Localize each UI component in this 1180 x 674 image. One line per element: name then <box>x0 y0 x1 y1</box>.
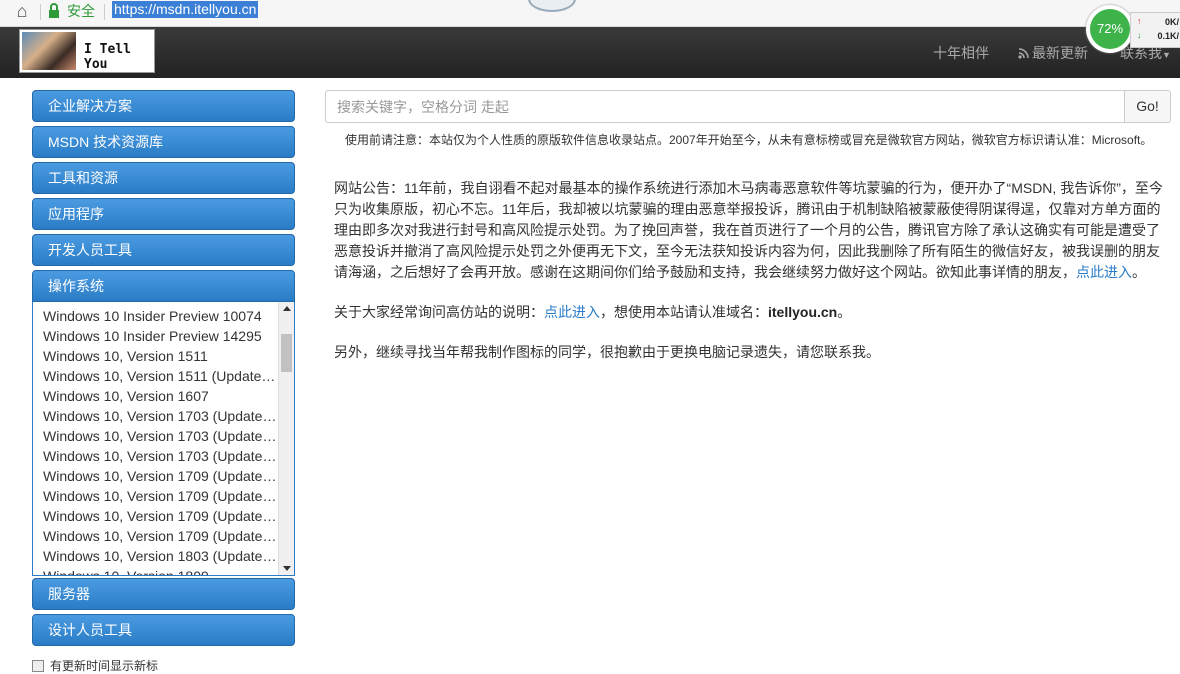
show-new-badge-option[interactable]: 有更新时间显示新标 <box>32 657 232 673</box>
checkbox[interactable] <box>32 660 44 672</box>
nav-label: 最新更新 <box>1032 45 1088 61</box>
sidebar-item-msdn-library[interactable]: MSDN 技术资源库 <box>32 126 295 158</box>
scroll-up-arrow-icon[interactable] <box>283 306 291 311</box>
gauge-percent: 72% <box>1090 9 1130 49</box>
sidebar-item-servers[interactable]: 服务器 <box>32 578 295 610</box>
list-item[interactable]: Windows 10, Version 1607 <box>33 386 281 406</box>
list-item[interactable]: Windows 10 Insider Preview 14295 <box>33 326 281 346</box>
list-item[interactable]: Windows 10 Insider Preview 10074 <box>33 306 281 326</box>
icon-designer-paragraph: 另外，继续寻找当年帮我制作图标的同学，很抱歉由于更换电脑记录遗失，请您联系我。 <box>334 344 880 360</box>
list-item[interactable]: Windows 10, Version 1709 (Updated Dec 20… <box>33 506 281 526</box>
nav-item-ten-years[interactable]: 十年相伴 <box>933 43 989 63</box>
search-input[interactable] <box>325 90 1125 123</box>
lock-icon <box>49 3 59 18</box>
home-icon[interactable]: ⌂ <box>12 1 32 21</box>
announcement-text: 网站公告：11年前，我自诩看不起对最基本的操作系统进行添加木马病毒恶意软件等坑蒙… <box>334 180 1163 280</box>
download-arrow-icon: ↓ <box>1137 30 1142 40</box>
fake-site-link[interactable]: 点此进入 <box>544 304 600 320</box>
usage-notice: 使用前请注意：本站仅为个人性质的原版软件信息收录站点。2007年开始至今，从未有… <box>345 133 1153 147</box>
scroll-down-arrow-icon[interactable] <box>283 566 291 571</box>
list-scrollbar[interactable] <box>278 302 294 575</box>
punctuation: 。 <box>837 304 852 320</box>
memory-gauge[interactable]: 72% <box>1086 5 1134 53</box>
secure-label: 安全 <box>67 3 95 19</box>
list-item[interactable]: Windows 10, Version 1809 <box>33 566 281 575</box>
caret-down-icon: ▼ <box>1162 50 1171 60</box>
site-header <box>0 27 1180 78</box>
os-list: Windows 10 Insider Preview 10074 Windows… <box>33 306 281 575</box>
nav-item-latest-updates[interactable]: 最新更新 <box>1018 43 1088 63</box>
scrollbar-thumb[interactable] <box>281 334 292 372</box>
sidebar-item-enterprise[interactable]: 企业解决方案 <box>32 90 295 122</box>
upload-speed: 0K/ <box>1164 17 1179 27</box>
os-list-panel[interactable]: Windows 10 Insider Preview 10074 Windows… <box>32 302 295 576</box>
list-item[interactable]: Windows 10, Version 1709 (Updated Sept 2… <box>33 466 281 486</box>
announcement-paragraph: 网站公告：11年前，我自诩看不起对最基本的操作系统进行添加木马病毒恶意软件等坑蒙… <box>334 178 1164 283</box>
fake-site-text: 关于大家经常询问高仿站的说明： <box>334 304 544 320</box>
upload-arrow-icon: ↑ <box>1137 16 1142 26</box>
download-speed: 0.1K/ <box>1157 31 1179 41</box>
divider <box>40 4 41 20</box>
list-item[interactable]: Windows 10, Version 1803 (Updated March … <box>33 546 281 566</box>
url-field[interactable]: https://msdn.itellyou.cn <box>112 1 259 18</box>
list-item[interactable]: Windows 10, Version 1511 <box>33 346 281 366</box>
logo-image <box>22 32 76 70</box>
sidebar-item-applications[interactable]: 应用程序 <box>32 198 295 230</box>
official-domain: itellyou.cn <box>768 304 838 320</box>
list-item[interactable]: Windows 10, Version 1703 (Updated July 2… <box>33 446 281 466</box>
punctuation: 。 <box>1132 264 1146 280</box>
option-label: 有更新时间显示新标 <box>50 659 159 673</box>
list-item[interactable]: Windows 10, Version 1703 (Updated March … <box>33 406 281 426</box>
logo-text: I Tell You <box>84 42 131 72</box>
divider <box>104 4 105 20</box>
sidebar-item-developer-tools[interactable]: 开发人员工具 <box>32 234 295 266</box>
domain-text: ，想使用本站请认准域名： <box>600 304 768 320</box>
details-link[interactable]: 点此进入 <box>1076 264 1132 280</box>
list-item[interactable]: Windows 10, Version 1511 (Updated Apr 20… <box>33 366 281 386</box>
list-item[interactable]: Windows 10, Version 1709 (Updated Jan 20… <box>33 526 281 546</box>
list-item[interactable]: Windows 10, Version 1703 (Updated June 2… <box>33 426 281 446</box>
sidebar-item-designer-tools[interactable]: 设计人员工具 <box>32 614 295 646</box>
sidebar-item-tools[interactable]: 工具和资源 <box>32 162 295 194</box>
search-go-button[interactable]: Go! <box>1124 90 1171 123</box>
fake-site-paragraph: 关于大家经常询问高仿站的说明：点此进入，想使用本站请认准域名：itellyou.… <box>334 302 1164 323</box>
browser-address-bar: ⌂ 安全 https://msdn.itellyou.cn <box>0 0 1180 27</box>
sidebar-item-operating-systems[interactable]: 操作系统 <box>32 270 295 302</box>
announcement-content: 网站公告：11年前，我自诩看不起对最基本的操作系统进行添加木马病毒恶意软件等坑蒙… <box>334 178 1164 382</box>
rss-icon <box>1018 48 1029 59</box>
network-speed-widget: ↑ 0K/ ↓ 0.1K/ <box>1130 12 1180 48</box>
list-item[interactable]: Windows 10, Version 1709 (Updated Nov 20… <box>33 486 281 506</box>
site-logo[interactable]: I Tell You <box>19 29 155 73</box>
